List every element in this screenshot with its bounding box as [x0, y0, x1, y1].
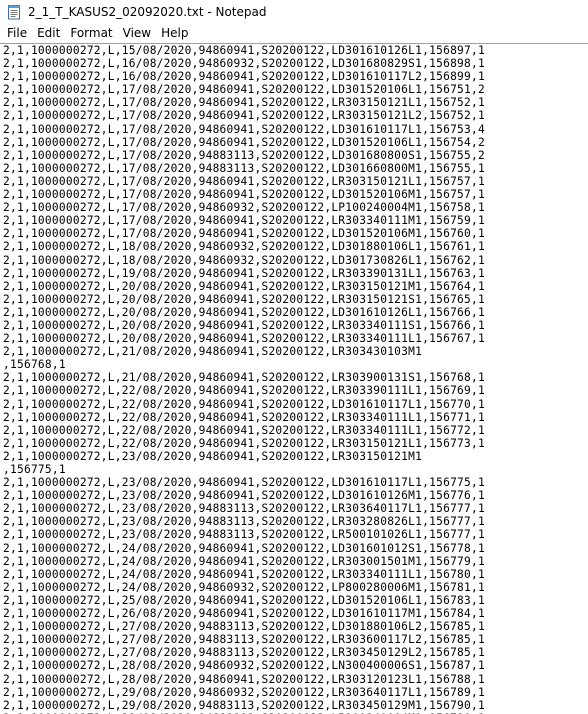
text-line: 2,1,1000000272,L,18/08/2020,94860932,S20… [3, 240, 485, 254]
text-line: 2,1,1000000272,L,22/08/2020,94860941,S20… [3, 397, 485, 411]
text-line: 2,1,1000000272,L,17/08/2020,94860941,S20… [3, 83, 485, 97]
text-line: 2,1,1000000272,L,29/08/2020,94860932,S20… [3, 685, 485, 699]
text-line: 2,1,1000000272,L,23/08/2020,94883113,S20… [3, 528, 485, 542]
text-line: 2,1,1000000272,L,17/08/2020,94860941,S20… [3, 122, 485, 136]
text-line: 2,1,1000000272,L,17/08/2020,94883113,S20… [3, 161, 485, 175]
menu-view[interactable]: View [118, 23, 156, 43]
text-line: 2,1,1000000272,L,23/08/2020,94860941,S20… [3, 449, 423, 463]
text-line: 2,1,1000000272,L,27/08/2020,94883113,S20… [3, 633, 485, 647]
text-line: 2,1,1000000272,L,17/08/2020,94860941,S20… [3, 188, 485, 202]
text-line: 2,1,1000000272,L,17/08/2020,94860941,S20… [3, 96, 485, 110]
text-line: 2,1,1000000272,L,22/08/2020,94860941,S20… [3, 384, 485, 398]
text-line: 2,1,1000000272,L,17/08/2020,94860941,S20… [3, 174, 485, 188]
text-line: 2,1,1000000272,L,25/08/2020,94860941,S20… [3, 593, 485, 607]
text-line: 2,1,1000000272,L,17/08/2020,94883113,S20… [3, 148, 485, 162]
text-content[interactable]: 2,1,1000000272,L,15/08/2020,94860941,S20… [0, 44, 588, 714]
text-line: 2,1,1000000272,L,20/08/2020,94860941,S20… [3, 279, 485, 293]
window-title: 2_1_T_KASUS2_02092020.txt - Notepad [28, 4, 267, 19]
menu-bar: File Edit Format View Help [0, 23, 588, 43]
text-line: 2,1,1000000272,L,22/08/2020,94860941,S20… [3, 423, 485, 437]
text-line: 2,1,1000000272,L,17/08/2020,94860941,S20… [3, 227, 485, 241]
text-line: 2,1,1000000272,L,17/08/2020,94860941,S20… [3, 214, 485, 228]
text-line: 2,1,1000000272,L,18/08/2020,94860932,S20… [3, 253, 485, 267]
text-line: 2,1,1000000272,L,23/08/2020,94860941,S20… [3, 489, 485, 503]
menu-format[interactable]: Format [65, 23, 117, 43]
text-line: 2,1,1000000272,L,15/08/2020,94860941,S20… [3, 44, 485, 57]
text-line: 2,1,1000000272,L,23/08/2020,94883113,S20… [3, 515, 485, 529]
text-line: 2,1,1000000272,L,20/08/2020,94860941,S20… [3, 318, 485, 332]
text-line: 2,1,1000000272,L,24/08/2020,94860932,S20… [3, 580, 485, 594]
text-line: 2,1,1000000272,L,27/08/2020,94883113,S20… [3, 646, 485, 660]
text-line: 2,1,1000000272,L,20/08/2020,94860941,S20… [3, 305, 485, 319]
text-line: 2,1,1000000272,L,20/08/2020,94860941,S20… [3, 292, 485, 306]
text-line: 2,1,1000000272,L,17/08/2020,94860941,S20… [3, 109, 485, 123]
text-line: 2,1,1000000272,L,28/08/2020,94860932,S20… [3, 659, 485, 673]
text-line: 2,1,1000000272,L,19/08/2020,94860941,S20… [3, 266, 485, 280]
text-line: 2,1,1000000272,L,21/08/2020,94860941,S20… [3, 371, 485, 385]
text-line: 2,1,1000000272,L,17/08/2020,94860941,S20… [3, 135, 485, 149]
text-line: ,156768,1 [3, 358, 66, 372]
text-line: 2,1,1000000272,L,23/08/2020,94883113,S20… [3, 502, 485, 516]
notepad-icon [6, 4, 22, 20]
notepad-window: 2_1_T_KASUS2_02092020.txt - Notepad File… [0, 0, 588, 714]
text-line: 2,1,1000000272,L,24/08/2020,94860941,S20… [3, 541, 485, 555]
text-line: 2,1,1000000272,L,22/08/2020,94860941,S20… [3, 410, 485, 424]
text-line: 2,1,1000000272,L,16/08/2020,94860932,S20… [3, 57, 485, 71]
text-line: 2,1,1000000272,L,28/08/2020,94860941,S20… [3, 672, 485, 686]
text-line: 2,1,1000000272,L,24/08/2020,94860941,S20… [3, 554, 485, 568]
text-line: ,156775,1 [3, 463, 66, 476]
text-editor[interactable]: 2,1,1000000272,L,15/08/2020,94860941,S20… [0, 43, 588, 714]
text-line: 2,1,1000000272,L,23/08/2020,94860941,S20… [3, 476, 485, 490]
text-line: 2,1,1000000272,L,24/08/2020,94860941,S20… [3, 567, 485, 581]
text-line: 2,1,1000000272,L,26/08/2020,94860941,S20… [3, 607, 485, 621]
text-line: 2,1,1000000272,L,22/08/2020,94860941,S20… [3, 436, 485, 450]
title-bar[interactable]: 2_1_T_KASUS2_02092020.txt - Notepad [0, 0, 588, 23]
text-line: 2,1,1000000272,L,29/08/2020,94883113,S20… [3, 698, 485, 712]
text-line: 2,1,1000000272,L,17/08/2020,94860932,S20… [3, 201, 485, 215]
text-line: 2,1,1000000272,L,20/08/2020,94860941,S20… [3, 332, 485, 346]
menu-edit[interactable]: Edit [32, 23, 65, 43]
text-line: 2,1,1000000272,L,27/08/2020,94883113,S20… [3, 620, 485, 634]
menu-file[interactable]: File [2, 23, 32, 43]
menu-help[interactable]: Help [156, 23, 193, 43]
text-line: 2,1,1000000272,L,21/08/2020,94860941,S20… [3, 345, 423, 359]
text-line: 2,1,1000000272,L,16/08/2020,94860941,S20… [3, 70, 485, 84]
